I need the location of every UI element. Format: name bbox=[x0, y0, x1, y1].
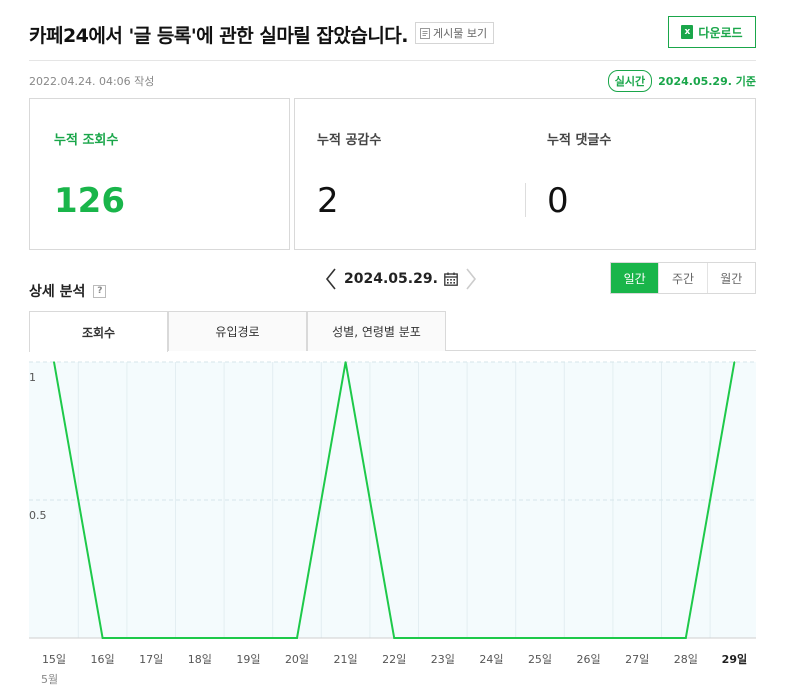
likes-label: 누적 공감수 bbox=[317, 133, 382, 148]
download-label: 다운로드 bbox=[698, 25, 743, 40]
title-row: 카페24에서 '글 등록'에 관한 실마릴 잡았습니다. 게시물 보기 x 다운… bbox=[29, 16, 756, 50]
calendar-icon[interactable] bbox=[444, 272, 458, 286]
data-point bbox=[53, 361, 55, 363]
realtime-badge: 실시간 bbox=[607, 70, 653, 92]
x-tick-label: 28일 bbox=[674, 652, 698, 666]
excel-icon: x bbox=[681, 25, 694, 39]
data-point bbox=[636, 637, 638, 639]
period-tab-monthly[interactable]: 월간 bbox=[706, 263, 755, 293]
views-chart: 1 0.5 15일 16일 17일 18일 19일 20일 21일 22일 23일 24일 25일 26일… bbox=[0, 352, 800, 700]
data-point bbox=[101, 637, 104, 639]
x-tick-label: 20일 bbox=[285, 652, 309, 666]
data-point bbox=[150, 637, 152, 639]
x-tick-label: 25일 bbox=[528, 652, 552, 666]
date-navigator: 2024.05.29. bbox=[324, 266, 478, 292]
comments-value: 0 bbox=[547, 181, 569, 221]
meta-row: 2022.04.24. 04:06 작성 실시간 2024.05.29. 기준 bbox=[29, 70, 756, 92]
data-point bbox=[393, 637, 396, 639]
month-label: 5월 bbox=[41, 673, 58, 686]
y-tick-label: 0.5 bbox=[29, 509, 47, 522]
period-tabs: 일간 주간 월간 bbox=[610, 262, 756, 294]
y-tick-label: 1 bbox=[29, 371, 36, 384]
x-tick-label: 22일 bbox=[382, 652, 406, 666]
x-tick-label: 16일 bbox=[91, 652, 115, 666]
x-tick-label: 24일 bbox=[479, 652, 503, 666]
data-point bbox=[442, 637, 444, 639]
x-tick-label: 26일 bbox=[577, 652, 601, 666]
tab-traffic-source[interactable]: 유입경로 bbox=[168, 311, 307, 351]
chevron-right-icon[interactable] bbox=[464, 267, 478, 291]
views-value: 126 bbox=[54, 181, 125, 221]
view-post-label: 게시물 보기 bbox=[433, 27, 488, 40]
x-tick-label: 19일 bbox=[236, 652, 260, 666]
tab-demographics[interactable]: 성별, 연령별 분포 bbox=[307, 311, 446, 351]
data-point bbox=[587, 637, 590, 639]
download-button[interactable]: x 다운로드 bbox=[668, 16, 756, 48]
analysis-tabs: 조회수 유입경로 성별, 연령별 분포 bbox=[29, 311, 756, 352]
comments-label: 누적 댓글수 bbox=[547, 133, 612, 148]
chevron-left-icon[interactable] bbox=[324, 267, 338, 291]
document-icon bbox=[420, 27, 430, 39]
data-point bbox=[199, 637, 201, 639]
x-tick-label: 23일 bbox=[431, 652, 455, 666]
data-point bbox=[733, 361, 736, 363]
base-date: 2024.05.29. 기준 bbox=[658, 75, 756, 88]
period-tab-daily[interactable]: 일간 bbox=[611, 263, 659, 293]
header-divider bbox=[29, 60, 756, 61]
data-point bbox=[247, 637, 250, 639]
x-tick-label: 21일 bbox=[334, 652, 358, 666]
views-card: 누적 조회수 126 bbox=[29, 98, 290, 250]
current-date: 2024.05.29. bbox=[344, 271, 438, 287]
x-tick-label: 15일 bbox=[42, 652, 66, 666]
realtime-info: 실시간 2024.05.29. 기준 bbox=[607, 70, 756, 92]
views-chart-svg: 1 0.5 15일 16일 17일 18일 19일 20일 21일 22일 23일 24일 25일 26일… bbox=[29, 361, 756, 686]
page-title: 카페24에서 '글 등록'에 관한 실마릴 잡았습니다. bbox=[29, 25, 409, 47]
data-point bbox=[490, 637, 493, 639]
period-tab-weekly[interactable]: 주간 bbox=[658, 263, 707, 293]
help-icon[interactable]: ? bbox=[93, 284, 107, 298]
x-tick-label: 27일 bbox=[625, 652, 649, 666]
written-date: 2022.04.24. 04:06 작성 bbox=[29, 75, 155, 88]
data-point bbox=[344, 361, 347, 363]
data-point bbox=[296, 637, 298, 639]
view-post-button[interactable]: 게시물 보기 bbox=[415, 22, 495, 44]
detail-analysis-title: 상세 분석 ? bbox=[29, 281, 107, 301]
data-point bbox=[685, 637, 687, 639]
tab-views[interactable]: 조회수 bbox=[29, 311, 168, 352]
detail-title-label: 상세 분석 bbox=[29, 284, 86, 300]
views-label: 누적 조회수 bbox=[54, 133, 119, 148]
engagement-card: 누적 공감수 2 누적 댓글수 0 bbox=[294, 98, 756, 250]
x-tick-label: 17일 bbox=[139, 652, 163, 666]
x-tick-label: 18일 bbox=[188, 652, 212, 666]
likes-value: 2 bbox=[317, 181, 339, 221]
stat-divider bbox=[525, 183, 526, 217]
x-tick-label: 29일 bbox=[722, 652, 747, 666]
data-point bbox=[539, 637, 541, 639]
